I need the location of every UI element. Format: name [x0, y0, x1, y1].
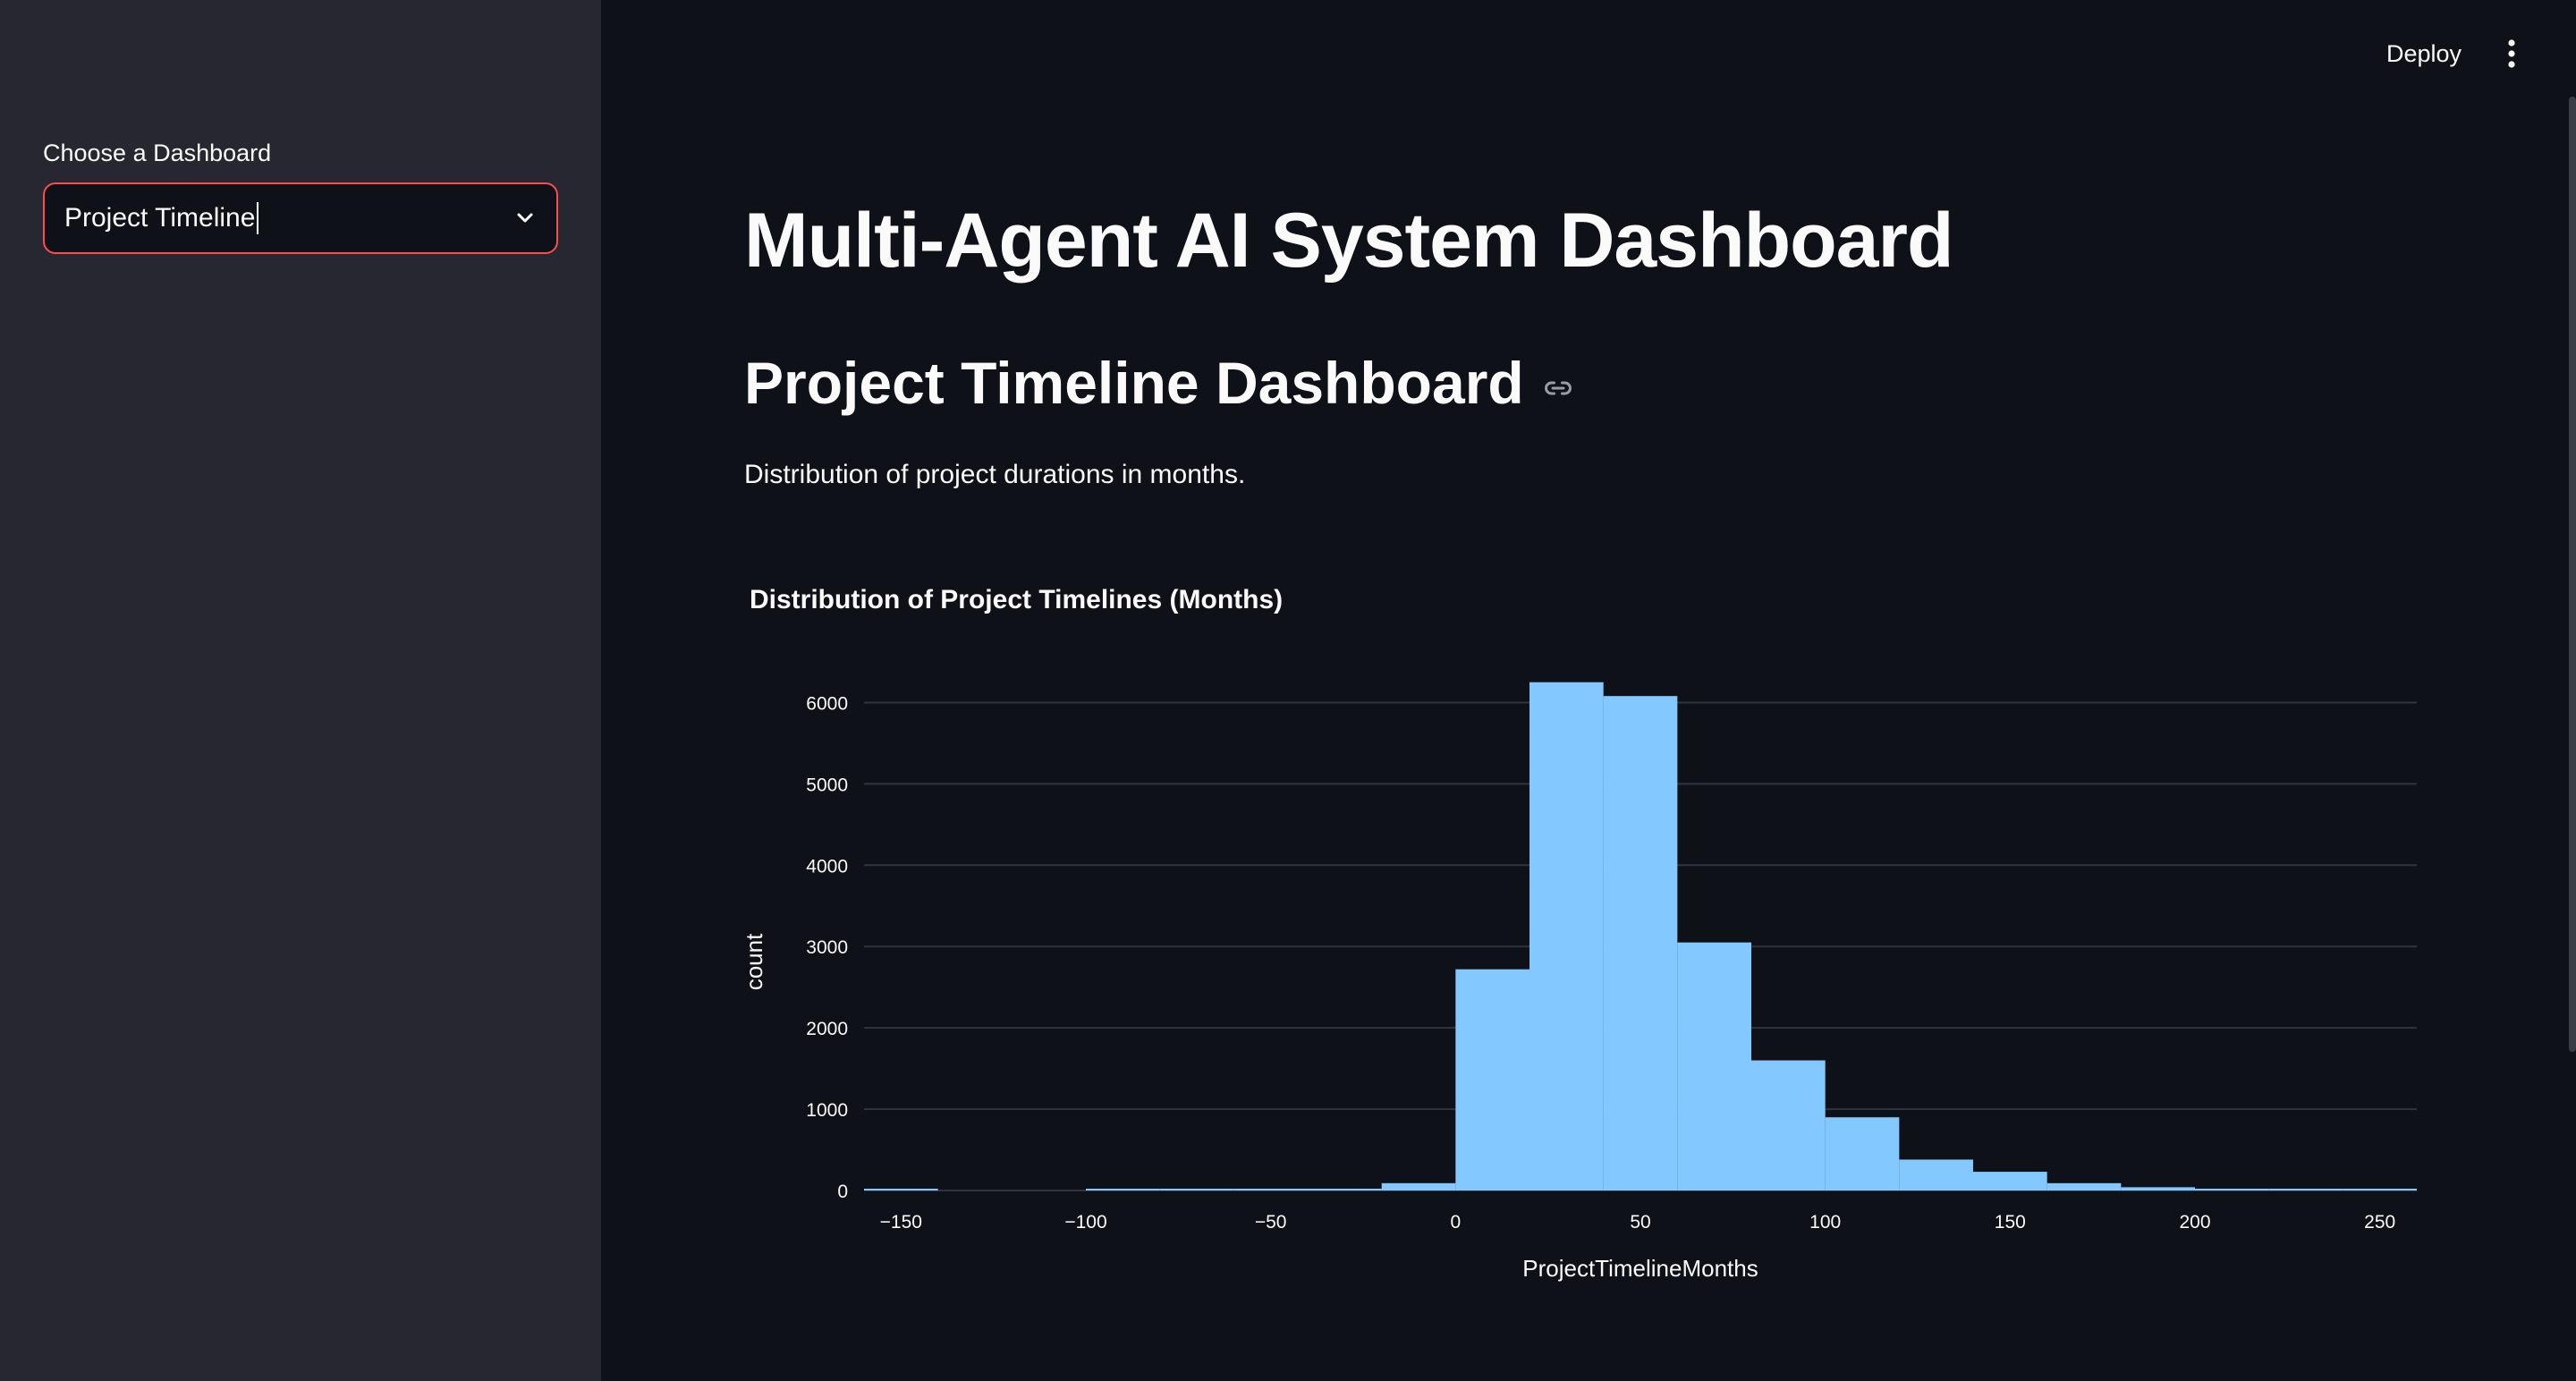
- chart-title: Distribution of Project Timelines (Month…: [750, 585, 1283, 614]
- x-tick-label: −150: [880, 1212, 922, 1233]
- sidebar: Choose a Dashboard Project Timeline: [0, 0, 601, 1381]
- more-options-icon[interactable]: [2501, 38, 2522, 70]
- x-tick-label: 150: [1995, 1212, 2026, 1233]
- histogram-bar: [2195, 1189, 2269, 1190]
- scrollbar[interactable]: [2569, 97, 2576, 1052]
- y-tick-label: 2000: [806, 1019, 848, 1039]
- histogram-bar: [864, 1189, 938, 1190]
- chevron-down-icon[interactable]: [513, 207, 537, 230]
- x-tick-label: 200: [2179, 1212, 2210, 1233]
- histogram-chart: Distribution of Project Timelines (Month…: [744, 585, 2417, 1282]
- section-title-text: Project Timeline Dashboard: [744, 350, 1524, 416]
- x-tick-label: −50: [1255, 1212, 1287, 1233]
- y-tick-label: 3000: [806, 937, 848, 958]
- x-tick-label: 0: [1450, 1212, 1461, 1233]
- histogram-bar: [1308, 1189, 1382, 1190]
- section-caption: Distribution of project durations in mon…: [744, 460, 1246, 489]
- histogram-bar: [2343, 1189, 2417, 1190]
- y-tick-label: 0: [837, 1182, 848, 1202]
- y-axis-label: count: [744, 933, 767, 990]
- histogram-bar: [1603, 696, 1678, 1190]
- deploy-button[interactable]: Deploy: [2386, 36, 2462, 72]
- y-tick-label: 5000: [806, 775, 848, 795]
- y-tick-label: 4000: [806, 856, 848, 877]
- app-window: Choose a Dashboard Project Timeline Depl…: [0, 0, 2576, 1381]
- histogram-bar: [2121, 1187, 2195, 1190]
- histogram-bar: [2046, 1182, 2122, 1190]
- histogram-bar: [1381, 1182, 1456, 1190]
- histogram-bar: [1086, 1189, 1160, 1190]
- y-tick-label: 1000: [806, 1100, 848, 1121]
- histogram-bar: [1677, 942, 1751, 1190]
- histogram-bar: [1159, 1189, 1234, 1190]
- x-tick-label: 250: [2364, 1212, 2395, 1233]
- link-icon[interactable]: [1542, 371, 1576, 405]
- histogram-bar: [1751, 1060, 1826, 1190]
- histogram-bar: [1899, 1159, 1973, 1190]
- histogram-bar: [1233, 1189, 1308, 1190]
- page-title: Multi-Agent AI System Dashboard: [744, 198, 1954, 284]
- histogram-bar: [1825, 1117, 1900, 1190]
- histogram-bar: [1455, 969, 1530, 1190]
- text-caret: [257, 202, 259, 234]
- y-tick-label: 6000: [806, 693, 848, 714]
- dashboard-select-value: Project Timeline: [64, 202, 259, 234]
- histogram-bar: [2268, 1189, 2343, 1190]
- x-tick-label: −100: [1064, 1212, 1106, 1233]
- dashboard-select-text: Project Timeline: [64, 203, 256, 233]
- dashboard-select[interactable]: Project Timeline: [43, 182, 558, 254]
- dashboard-select-label: Choose a Dashboard: [43, 140, 272, 166]
- x-tick-label: 100: [1809, 1212, 1841, 1233]
- x-tick-label: 50: [1630, 1212, 1650, 1233]
- x-axis-label: ProjectTimelineMonths: [1522, 1255, 1758, 1282]
- section-title: Project Timeline Dashboard: [744, 349, 1576, 417]
- histogram-bar: [1530, 682, 1604, 1190]
- histogram-bar: [1973, 1172, 2047, 1190]
- main-content: Deploy Multi-Agent AI System Dashboard P…: [601, 0, 2576, 1381]
